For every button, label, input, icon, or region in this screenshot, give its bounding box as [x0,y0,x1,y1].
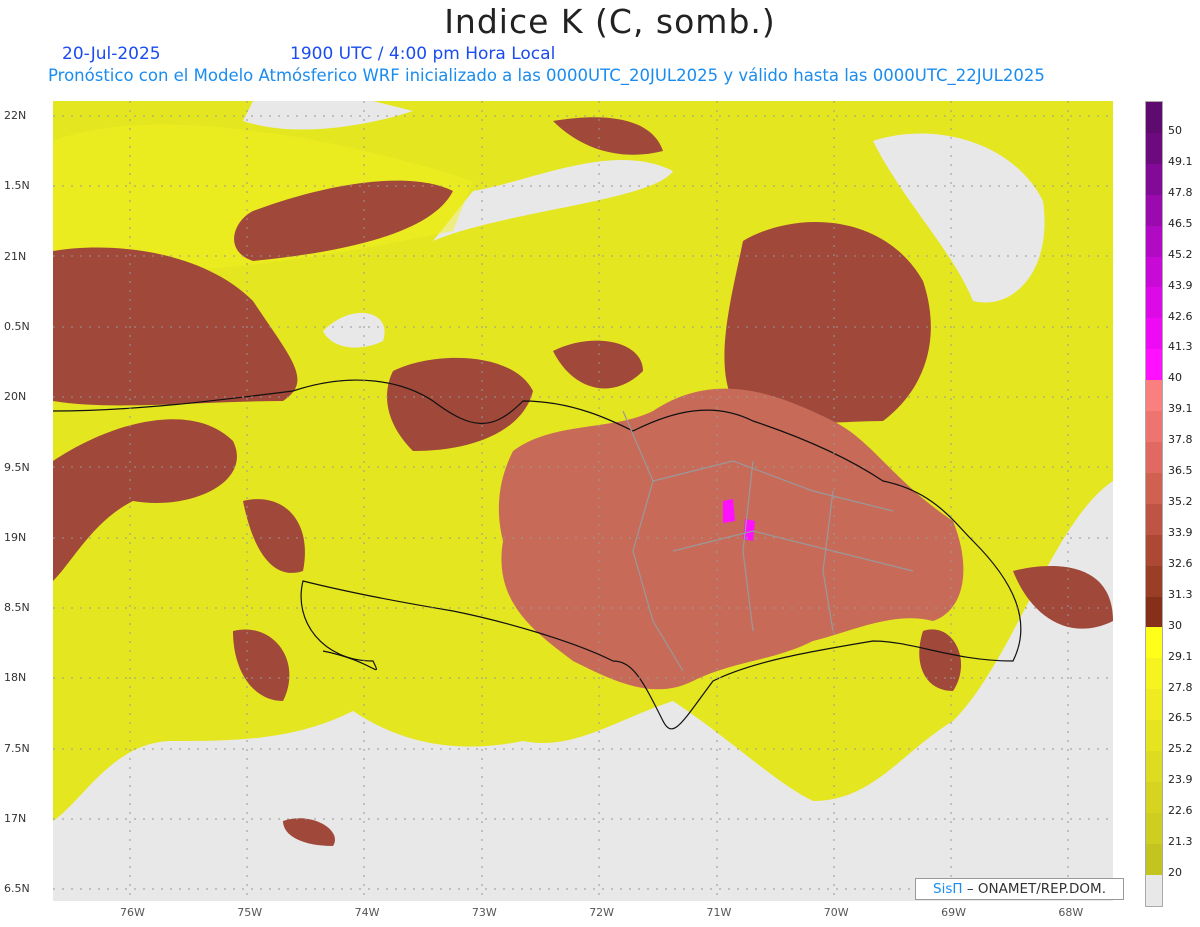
colorbar-swatch [1146,874,1162,906]
colorbar-swatch [1146,318,1162,350]
colorbar-swatch [1146,565,1162,597]
colorbar-label: 46.5 [1168,216,1193,230]
colorbar-label: 30 [1168,618,1182,632]
colorbar-swatch [1146,349,1162,381]
colorbar-swatch [1146,843,1162,875]
forecast-date: 20-Jul-2025 [62,44,161,64]
lat-label: 22N [4,109,27,122]
lon-label: 76W [120,906,145,919]
colorbar-label: 33.9 [1168,525,1193,539]
colorbar-swatch [1146,720,1162,752]
colorbar-swatch [1146,781,1162,813]
lat-label: 8.5N [4,601,30,615]
colorbar-label: 45.2 [1168,247,1193,261]
k-index-map [53,101,1113,901]
lon-label: 71W [706,906,732,919]
lon-label: 74W [354,906,380,919]
lon-label: 70W [823,906,849,919]
lat-label: 21N [4,249,27,263]
colorbar-swatch [1146,596,1162,628]
colorbar-label: 29.1 [1168,649,1193,663]
colorbar-swatch [1146,534,1162,566]
colorbar-label: 47.8 [1168,185,1193,199]
lat-label: 9.5N [4,460,30,474]
colorbar-label: 36.5 [1168,464,1193,478]
colorbar-label: 31.3 [1168,587,1193,601]
lon-label: 69W [941,906,966,919]
colorbar-label: 27.8 [1168,680,1193,694]
sispi-brand: SisΠ [933,881,963,897]
colorbar-label: 41.3 [1168,340,1193,354]
colorbar-label: 21.3 [1168,835,1193,849]
colorbar-label: 37.8 [1168,433,1193,447]
map-title: Indice K (C, somb.) [444,2,776,41]
colorbar-label: 43.9 [1168,278,1193,292]
colorbar-swatch [1146,225,1162,257]
lat-label: 1.5N [4,179,30,193]
lat-label: 17N [4,812,27,825]
colorbar-label: 42.6 [1168,309,1193,323]
logo-text: – ONAMET/REP.DOM. [966,881,1106,897]
onamet-logo: SisΠ – ONAMET/REP.DOM. [915,878,1124,900]
colorbar-swatch [1146,411,1162,442]
colorbar-swatch [1146,287,1162,319]
colorbar-label: 35.2 [1168,495,1193,509]
colorbar-swatch [1146,503,1162,535]
forecast-time: 1900 UTC / 4:00 pm Hora Local [290,44,556,64]
colorbar-swatch [1146,658,1162,690]
colorbar-swatch [1146,102,1162,133]
colorbar-swatch [1146,812,1162,844]
colorbar-label: 49.1 [1168,154,1193,168]
lon-label: 73W [471,906,497,919]
colorbar-swatch [1146,380,1162,412]
colorbar-label: 22.6 [1168,804,1193,818]
lon-label: 72W [589,906,615,919]
colorbar-swatch [1146,132,1162,164]
forecast-subtitle: Pronóstico con el Modelo Atmósferico WRF… [48,66,1045,85]
lat-label: 6.5N [4,882,30,896]
colorbar-swatch [1146,256,1162,288]
colorbar-label: 20 [1168,866,1182,880]
lon-label: 75W [237,906,263,919]
colorbar-swatch [1146,441,1162,473]
colorbar-swatch [1146,194,1162,226]
lat-label: 7.5N [4,741,30,755]
lat-label: 18N [4,671,27,685]
colorbar-label: 25.2 [1168,742,1193,756]
colorbar-label: 23.9 [1168,773,1193,787]
colorbar-label: 39.1 [1168,402,1193,416]
colorbar-label: 32.6 [1168,556,1193,570]
colorbar-swatch [1146,627,1162,659]
colorbar-label: 50 [1168,124,1182,137]
colorbar-swatch [1146,751,1162,782]
colorbar-label: 40 [1168,371,1182,385]
lat-label: 20N [4,390,27,404]
colorbar-swatch [1146,689,1162,721]
colorbar-swatch [1146,163,1162,195]
colorbar [1145,101,1163,907]
lat-label: 19N [4,530,27,544]
colorbar-label: 26.5 [1168,711,1193,725]
lat-label: 0.5N [4,319,30,333]
lon-label: 68W [1058,906,1084,919]
colorbar-swatch [1146,472,1162,504]
